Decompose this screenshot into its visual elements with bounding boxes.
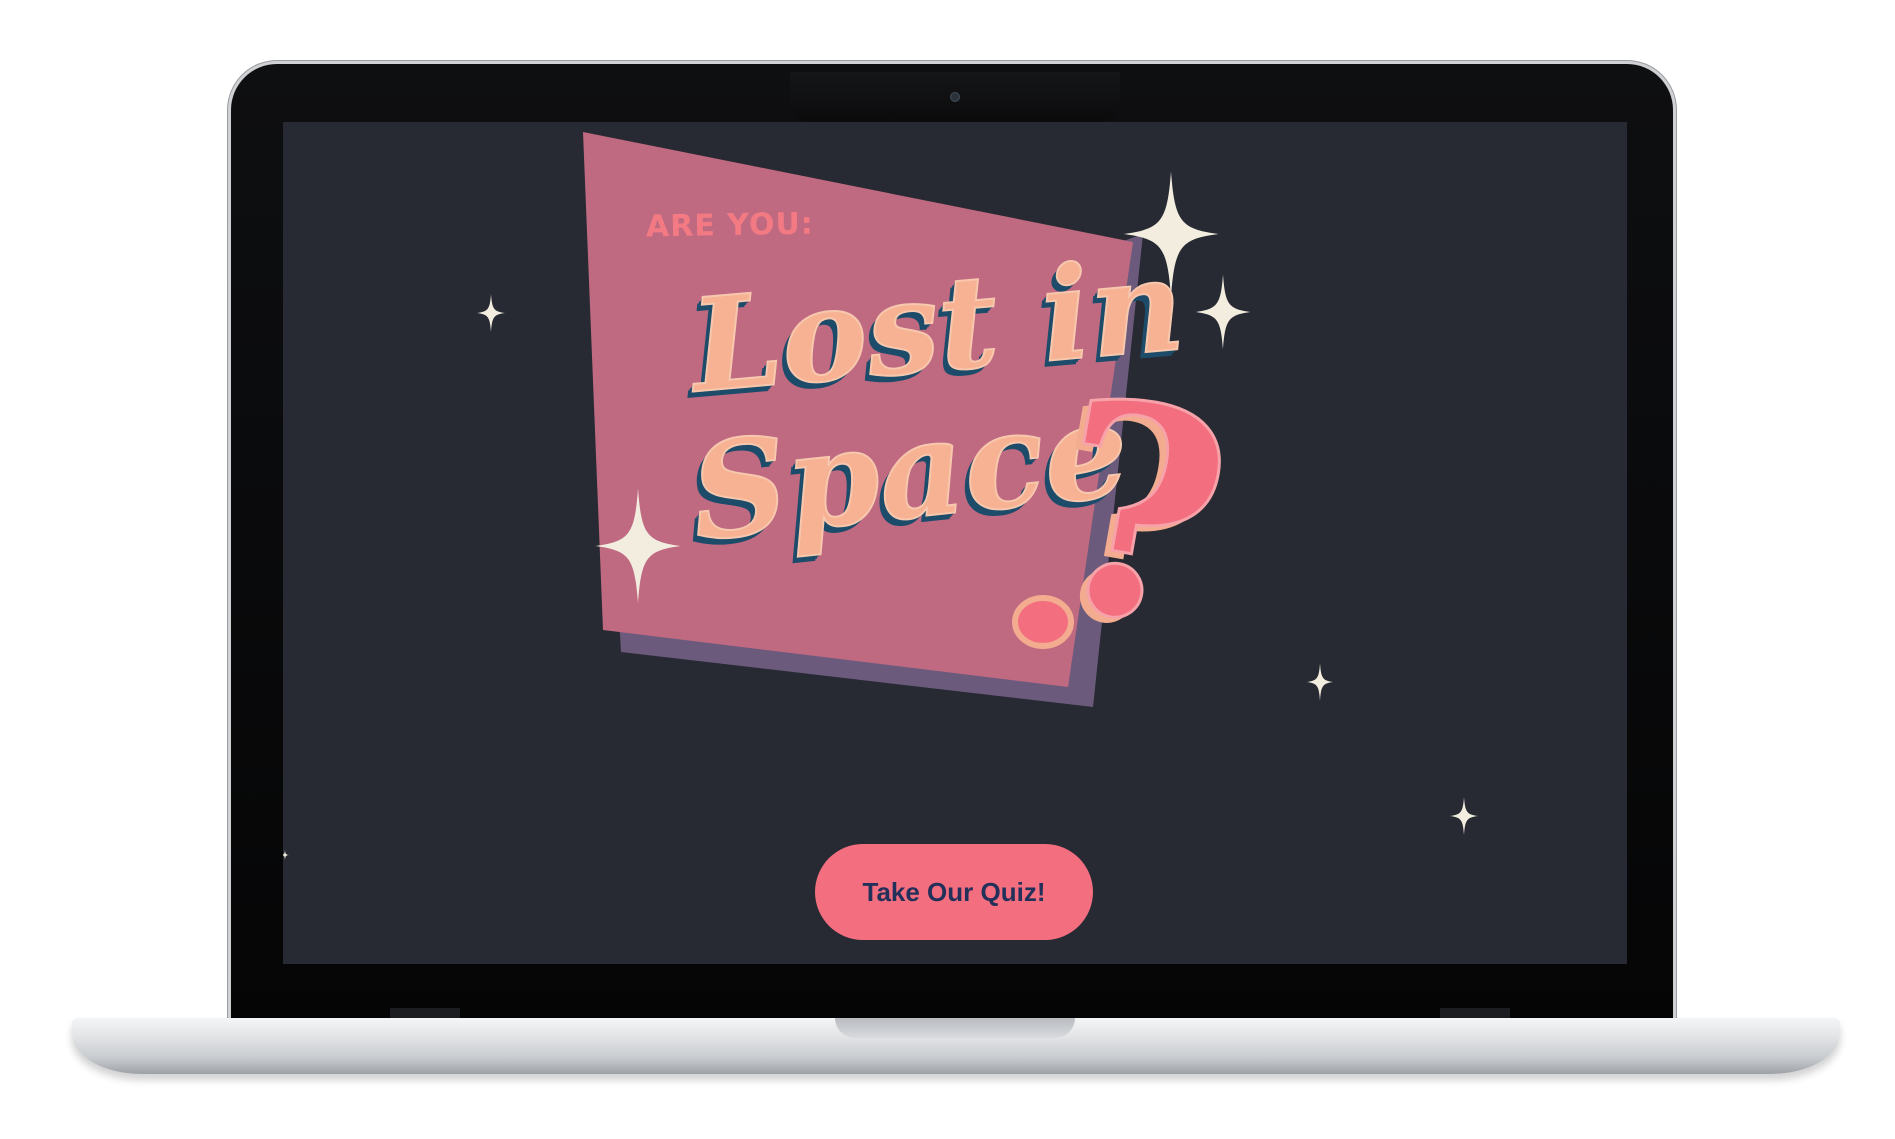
take-quiz-button[interactable]: Take Our Quiz!	[815, 844, 1093, 940]
hero-kicker: ARE YOU:	[645, 206, 815, 245]
sparkle-icon	[477, 294, 505, 332]
hinge-left	[390, 1008, 460, 1018]
sparkle-icon	[1307, 663, 1333, 701]
sparkle-icon	[283, 850, 289, 860]
sparkle-icon	[1450, 797, 1478, 835]
laptop-opening-groove	[835, 1018, 1075, 1038]
hero-section: ARE YOU: Lost in Space ?	[283, 122, 1627, 964]
webcam-icon	[950, 92, 960, 102]
laptop-screen: ARE YOU: Lost in Space ? Take Our Quiz!	[283, 122, 1627, 964]
sparkle-icon	[1195, 274, 1251, 350]
hinge-right	[1440, 1008, 1510, 1018]
laptop-mockup: ARE YOU: Lost in Space ? Take Our Quiz!	[0, 0, 1895, 1139]
